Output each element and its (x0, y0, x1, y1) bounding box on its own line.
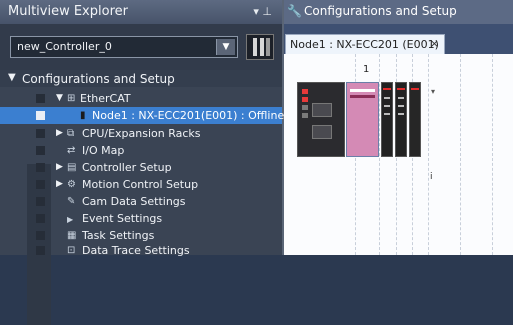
data-trace-icon: ⊡ (67, 245, 76, 256)
selected-io-unit[interactable] (346, 82, 379, 157)
unit-rack (297, 82, 423, 157)
end-cover-unit[interactable] (409, 82, 421, 157)
tree-node-cam-data-settings[interactable]: ✎ Cam Data Settings (0, 193, 282, 210)
explorer-title-bar: Multiview Explorer ▾ ⊥ (0, 0, 282, 25)
motion-gear-icon: ⚙ (67, 179, 76, 190)
task-icon: ▦ (67, 230, 77, 241)
configurations-setup-panel: 🔧 Configurations and Setup Node1 : NX-EC… (284, 0, 513, 255)
event-flag-icon: ▶ (67, 215, 74, 224)
multiview-explorer-panel: Multiview Explorer ▾ ⊥ new_Controller_0 … (0, 0, 285, 325)
tree-node-label: Event Settings (82, 212, 163, 225)
status-led (397, 88, 405, 90)
tree-node-controller-setup[interactable]: ▶ ▤ Controller Setup (0, 159, 282, 176)
tree-node-label: Motion Control Setup (82, 178, 199, 191)
status-led (411, 88, 419, 90)
info-icon[interactable]: i (430, 172, 433, 182)
status-led (383, 88, 391, 90)
status-led (302, 89, 308, 94)
coupler-unit[interactable] (297, 82, 345, 157)
unit-rail (384, 97, 390, 99)
ethercat-port (312, 103, 332, 117)
status-led (302, 105, 308, 110)
tree-node-label: Controller Setup (82, 161, 172, 174)
tab-node1[interactable]: Node1 : NX-ECC201 (E001) × (285, 34, 445, 54)
tree-bullet (36, 214, 45, 223)
io-unit[interactable] (395, 82, 407, 157)
tree-node-event-settings[interactable]: ▶ Event Settings (0, 210, 282, 227)
controller-select-value: new_Controller_0 (17, 40, 112, 53)
unit-rail (350, 95, 375, 98)
tree-node-label: Node1 : NX-ECC201(E001) : Offline (92, 109, 285, 122)
unit-rail (398, 113, 404, 115)
slot-divider (492, 54, 493, 255)
wrench-icon: 🔧 (287, 4, 302, 18)
node-icon: ▮ (80, 110, 86, 121)
tree-node-label: Data Trace Settings (82, 244, 190, 257)
editor-tab-strip: Node1 : NX-ECC201 (E001) × (284, 24, 513, 54)
chevron-right-icon[interactable]: ▶ (56, 162, 63, 172)
tree-bullet (36, 146, 45, 155)
tree-node-configurations-setup[interactable]: ▼ Configurations and Setup (0, 70, 282, 87)
cam-data-icon: ✎ (67, 196, 76, 207)
slot-number: 1 (363, 64, 370, 75)
tree-node-label: I/O Map (82, 144, 125, 157)
chevron-down-icon[interactable]: ▼ (8, 72, 16, 83)
chevron-down-icon[interactable]: ▼ (56, 93, 63, 103)
tree-bullet (36, 231, 45, 240)
tree-bullet (36, 111, 45, 120)
unit-rail (384, 113, 390, 115)
controller-device-icon[interactable] (246, 34, 274, 60)
status-led (302, 97, 308, 102)
rack-icon: ⧉ (67, 128, 75, 139)
close-icon[interactable]: × (430, 37, 439, 50)
unit-rail (350, 89, 375, 92)
unit-rail (398, 97, 404, 99)
editor-title-bar: 🔧 Configurations and Setup (284, 0, 513, 24)
tree-bullet (36, 197, 45, 206)
chevron-right-icon[interactable]: ▶ (56, 179, 63, 189)
tree-node-label: EtherCAT (80, 92, 131, 105)
tree-node-io-map[interactable]: ⇄ I/O Map (0, 142, 282, 159)
tree-node-label: Configurations and Setup (22, 72, 175, 86)
controller-select[interactable]: new_Controller_0 ▼ (10, 36, 238, 58)
tab-label: Node1 : NX-ECC201 (E001) (290, 38, 439, 51)
tree-node-label: CPU/Expansion Racks (82, 127, 201, 140)
slot-divider (428, 54, 429, 255)
tree-node-data-trace-settings[interactable]: ⊡ Data Trace Settings (0, 242, 282, 259)
tree-bullet (36, 180, 45, 189)
explorer-tree: ▼ Configurations and Setup ▼ ⊞ EtherCAT … (0, 70, 285, 325)
explorer-title: Multiview Explorer (8, 4, 128, 19)
io-unit[interactable] (381, 82, 393, 157)
tree-node-label: Task Settings (82, 229, 155, 242)
tree-node-motion-control-setup[interactable]: ▶ ⚙ Motion Control Setup (0, 176, 282, 193)
ethercat-port (312, 125, 332, 139)
ethercat-icon: ⊞ (67, 93, 76, 104)
tree-node-cpu-expansion-racks[interactable]: ▶ ⧉ CPU/Expansion Racks (0, 125, 282, 142)
tree-node-node1[interactable]: ▮ Node1 : NX-ECC201(E001) : Offline (0, 107, 285, 124)
tree-bullet (36, 246, 45, 255)
unit-rail (398, 105, 404, 107)
dropdown-arrow-icon[interactable]: ▼ (216, 39, 235, 55)
editor-title: Configurations and Setup (304, 4, 457, 18)
unit-configuration-canvas[interactable]: 1 ▾ i (284, 54, 513, 255)
io-map-icon: ⇄ (67, 145, 76, 156)
tree-bullet (36, 163, 45, 172)
tree-node-ethercat[interactable]: ▼ ⊞ EtherCAT (0, 90, 282, 107)
expand-arrow-icon[interactable]: ▾ (431, 87, 435, 96)
tree-bullet (36, 94, 45, 103)
slot-divider (460, 54, 461, 255)
status-led (302, 113, 308, 118)
tree-node-label: Cam Data Settings (82, 195, 186, 208)
chevron-right-icon[interactable]: ▶ (56, 128, 63, 138)
controller-bar: new_Controller_0 ▼ (0, 24, 282, 70)
controller-setup-icon: ▤ (67, 162, 77, 173)
tree-bullet (36, 129, 45, 138)
unit-rail (384, 105, 390, 107)
pin-icon[interactable]: ▾ ⊥ (253, 5, 272, 18)
